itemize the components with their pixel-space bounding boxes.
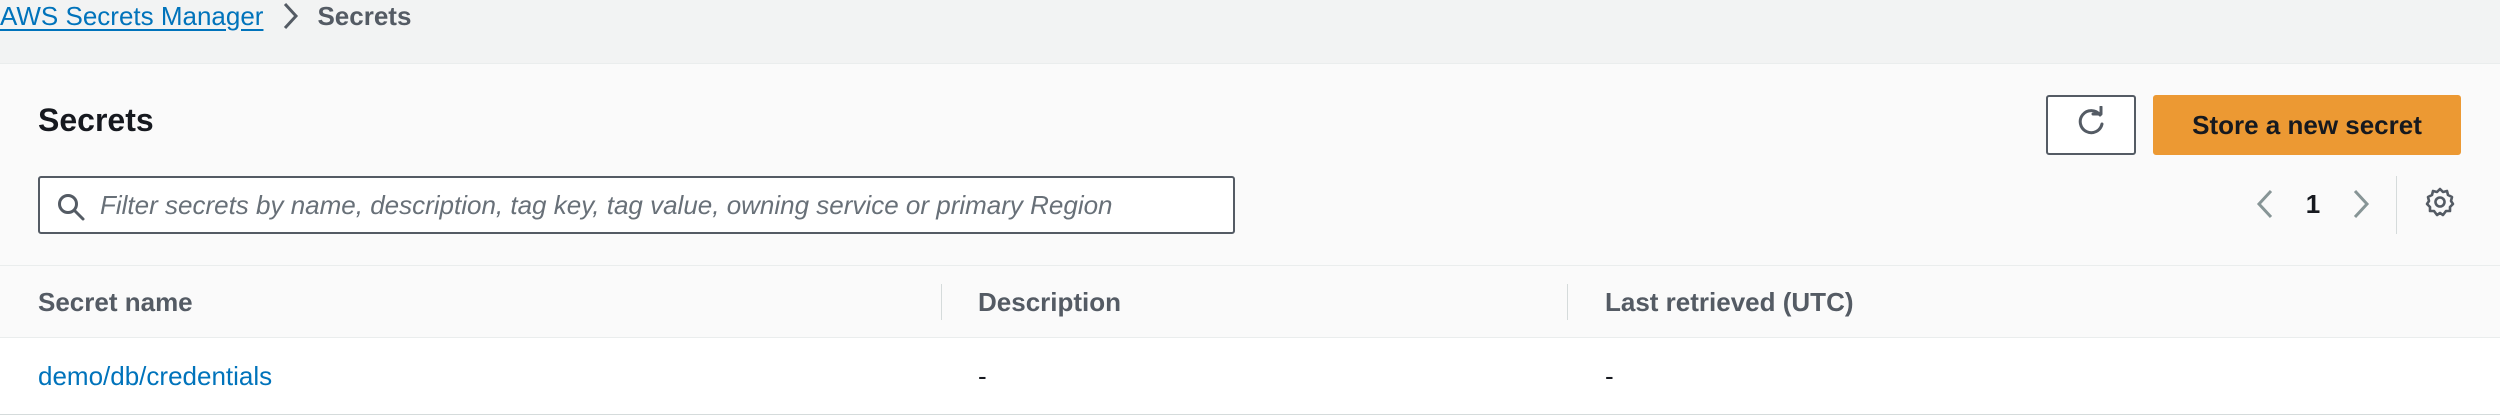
secret-description: - [978,360,987,391]
pagination: 1 [2245,182,2381,226]
next-page-button[interactable] [2341,182,2381,226]
divider [2396,176,2397,234]
search-field[interactable] [38,176,1235,234]
column-header-description[interactable]: Description [978,266,1121,338]
table-header: Secret name Description Last retrieved (… [0,265,2500,338]
secret-last-retrieved: - [1605,360,1614,391]
preferences-button[interactable] [2418,182,2462,226]
column-header-secret-name[interactable]: Secret name [38,266,193,338]
page-title: Secrets [38,102,154,138]
chevron-right-icon [281,1,299,31]
store-new-secret-button[interactable]: Store a new secret [2153,95,2461,155]
search-input[interactable] [100,178,1220,232]
gear-icon [2424,186,2456,223]
secrets-panel: Secrets Store a new secret Filter secret… [0,63,2500,415]
page-number[interactable]: 1 [2285,189,2341,220]
search-icon [56,192,86,227]
column-divider[interactable] [941,284,942,320]
chevron-left-icon [2256,189,2273,219]
refresh-icon [2074,105,2108,145]
column-header-last-retrieved[interactable]: Last retrieved (UTC) [1605,266,1854,338]
breadcrumb-current: Secrets [317,0,412,31]
chevron-right-icon [2353,189,2370,219]
breadcrumb-link-secrets-manager[interactable]: AWS Secrets Manager [0,1,263,32]
table-row: demo/db/credentials - - [0,338,2500,414]
secret-name-link[interactable]: demo/db/credentials [38,338,272,414]
column-divider[interactable] [1567,284,1568,320]
previous-page-button[interactable] [2245,182,2285,226]
refresh-button[interactable] [2046,95,2136,155]
breadcrumb: AWS Secrets Manager Secrets [0,0,411,32]
panel-header: Secrets Store a new secret Filter secret… [0,64,2500,265]
